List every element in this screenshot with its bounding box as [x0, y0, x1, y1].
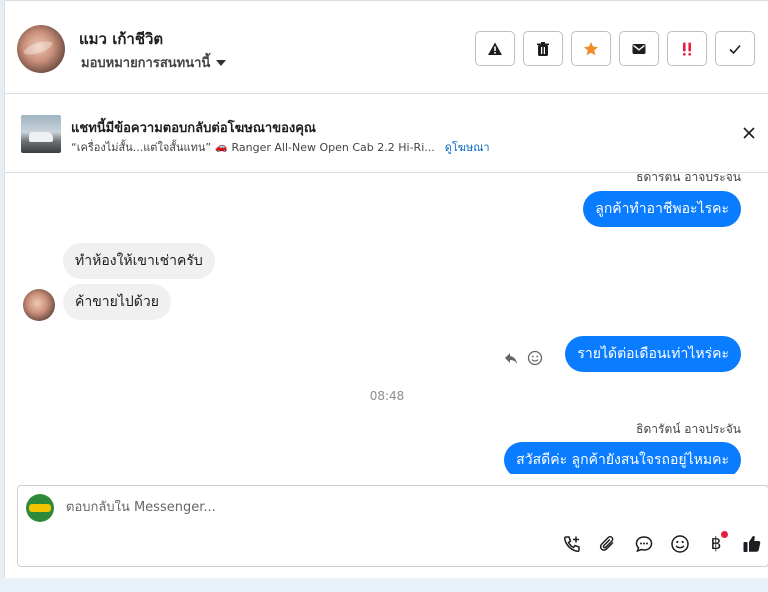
reply-input[interactable] [66, 500, 666, 515]
page-avatar [26, 494, 54, 522]
call-add-button[interactable] [562, 534, 582, 554]
thumbs-up-button[interactable] [742, 534, 762, 554]
attach-button[interactable] [598, 534, 618, 554]
emoji-reaction-icon[interactable] [527, 350, 543, 366]
chevron-down-icon [216, 59, 227, 66]
outgoing-message[interactable]: สวัสดีค่ะ ลูกค้ายังสนใจรถอยู่ไหมคะ [504, 442, 741, 474]
chat-bubble-icon [635, 536, 653, 553]
report-spam-button[interactable] [475, 31, 515, 66]
thumbs-up-icon [743, 536, 761, 552]
follow-up-button[interactable] [667, 31, 707, 66]
mark-done-button[interactable] [715, 31, 755, 66]
check-icon [729, 44, 741, 54]
ad-quote: “เครื่องไม่สั้น...แต่ใจสั้นแทน” [71, 141, 212, 154]
emoji-icon [671, 535, 689, 553]
emoji-button[interactable] [670, 534, 690, 554]
payment-button[interactable]: ฿ [706, 531, 728, 554]
incoming-message[interactable]: ทำห้องให้เขาเช่าครับ [63, 243, 215, 279]
view-ad-link[interactable]: ดูโฆษณา [445, 138, 490, 156]
contact-name[interactable]: แมว เก้าชีวิต [79, 27, 163, 51]
message-tools [503, 350, 543, 366]
sender-name: ธิดารัตน์ อาจประจัน [636, 422, 741, 436]
call-add-icon [563, 536, 580, 553]
contact-avatar[interactable] [17, 25, 65, 73]
ad-context-banner: แชทนี้มีข้อความตอบกลับต่อโฆษณาของคุณ “เค… [5, 95, 768, 173]
outgoing-message[interactable]: รายได้ต่อเดือนเท่าไหร่คะ [565, 336, 741, 372]
reply-icon[interactable] [503, 350, 519, 366]
conversation-header: แมว เก้าชีวิต มอบหมายการสนทนานี้ [5, 1, 768, 94]
page-background [0, 578, 768, 592]
notification-dot [721, 531, 728, 538]
close-icon[interactable] [741, 125, 757, 141]
ad-banner-title: แชทนี้มีข้อความตอบกลับต่อโฆษณาของคุณ [71, 121, 316, 136]
ad-product: Ranger All-New Open Cab 2.2 Hi-Ri... [231, 140, 435, 154]
star-icon [584, 41, 598, 55]
saved-replies-button[interactable] [634, 534, 654, 554]
assign-conversation-dropdown[interactable]: มอบหมายการสนทนานี้ [81, 52, 227, 73]
paperclip-icon [599, 536, 614, 551]
message-timestamp: 08:48 [369, 389, 405, 403]
message-composer: ฿ [17, 485, 768, 567]
exclamation-icon [683, 42, 691, 56]
car-icon: 🚗 [215, 141, 228, 153]
baht-icon: ฿ [710, 534, 722, 554]
conversation-panel: แมว เก้าชีวิต มอบหมายการสนทนานี้ แชทนี้ม… [4, 0, 768, 578]
sender-name: ธิดารัตน์ อาจประจัน [636, 174, 741, 184]
trash-icon [537, 41, 549, 56]
header-actions [475, 31, 755, 66]
ad-thumbnail[interactable] [21, 115, 61, 153]
assign-label: มอบหมายการสนทนานี้ [81, 56, 211, 71]
warning-icon [488, 42, 502, 55]
message-thread[interactable]: ธิดารัตน์ อาจประจัน ลูกค้าทำอาชีพอะไรคะ … [5, 174, 768, 474]
outgoing-message[interactable]: ลูกค้าทำอาชีพอะไรคะ [583, 191, 741, 227]
envelope-icon [632, 43, 646, 54]
ad-banner-subtitle: “เครื่องไม่สั้น...แต่ใจสั้นแทน” 🚗 Ranger… [71, 138, 490, 156]
composer-tools: ฿ [562, 531, 762, 554]
star-button[interactable] [571, 31, 611, 66]
contact-avatar-small [23, 289, 55, 321]
delete-button[interactable] [523, 31, 563, 66]
mark-unread-button[interactable] [619, 31, 659, 66]
incoming-message[interactable]: ค้าขายไปด้วย [63, 284, 171, 320]
